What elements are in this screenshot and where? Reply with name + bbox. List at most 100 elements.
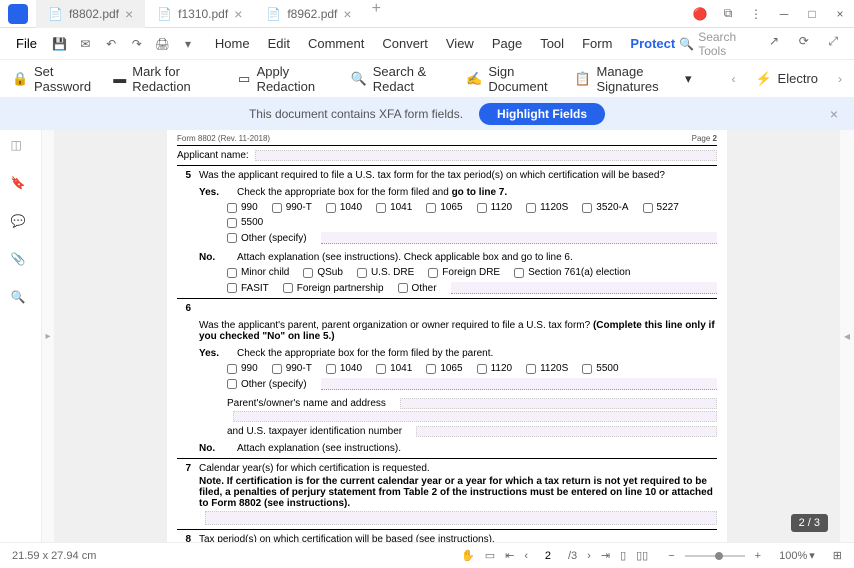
- check-3520a[interactable]: 3520-A: [582, 202, 628, 213]
- open-external-icon[interactable]: ⧉: [714, 2, 742, 26]
- other-no-field[interactable]: [451, 282, 717, 294]
- close-button[interactable]: ×: [826, 2, 854, 26]
- bookmarks-icon[interactable]: 🔖: [11, 176, 31, 196]
- check-q6-5500[interactable]: 5500: [582, 363, 618, 374]
- close-icon[interactable]: ×: [343, 6, 351, 22]
- check-q6-990t[interactable]: 990-T: [272, 363, 312, 374]
- prev-page-button[interactable]: ‹: [524, 550, 528, 562]
- set-password-button[interactable]: 🔒 Set Password: [12, 64, 93, 94]
- expand-left-handle[interactable]: ▸: [42, 130, 54, 542]
- nav-convert[interactable]: Convert: [382, 36, 428, 51]
- check-q6-1065[interactable]: 1065: [426, 363, 462, 374]
- search-panel-icon[interactable]: 🔍: [11, 290, 31, 310]
- applicant-name-field[interactable]: [255, 150, 717, 161]
- nav-home[interactable]: Home: [215, 36, 250, 51]
- mark-redaction-button[interactable]: ▬ Mark for Redaction: [113, 64, 218, 94]
- undo-icon[interactable]: ↶: [102, 34, 120, 54]
- check-1041[interactable]: 1041: [376, 202, 412, 213]
- zoom-slider[interactable]: [685, 555, 745, 557]
- nav-comment[interactable]: Comment: [308, 36, 364, 51]
- expand-right-handle[interactable]: ◂: [840, 130, 854, 542]
- scroll-left-button[interactable]: ‹: [732, 72, 736, 86]
- nav-page[interactable]: Page: [492, 36, 522, 51]
- sync-icon[interactable]: ⟳: [799, 34, 817, 54]
- dropdown-icon[interactable]: ▾: [179, 34, 197, 54]
- check-1065[interactable]: 1065: [426, 202, 462, 213]
- parent-name-field[interactable]: [400, 398, 717, 409]
- mail-icon[interactable]: ✉: [77, 34, 95, 54]
- zoom-dropdown-icon[interactable]: ▾: [809, 549, 815, 562]
- close-icon[interactable]: ×: [125, 6, 133, 22]
- search-redact-button[interactable]: 🔍 Search & Redact: [351, 64, 447, 94]
- comments-icon[interactable]: 💬: [11, 214, 31, 234]
- check-q6-1041[interactable]: 1041: [376, 363, 412, 374]
- menu-icon[interactable]: ⋮: [742, 2, 770, 26]
- share-icon[interactable]: ↗: [769, 34, 787, 54]
- check-minor-child[interactable]: Minor child: [227, 267, 289, 278]
- maximize-button[interactable]: □: [798, 2, 826, 26]
- nav-view[interactable]: View: [446, 36, 474, 51]
- check-q6-1040[interactable]: 1040: [326, 363, 362, 374]
- electronic-button[interactable]: ⚡ Electro: [756, 71, 818, 87]
- last-page-button[interactable]: ⇥: [601, 549, 610, 562]
- minimize-button[interactable]: ─: [770, 2, 798, 26]
- check-qsub[interactable]: QSub: [303, 267, 343, 278]
- select-tool-icon[interactable]: ▭: [485, 549, 495, 562]
- tab-f8962[interactable]: 📄 f8962.pdf ×: [254, 0, 363, 28]
- continuous-page-icon[interactable]: ▯▯: [636, 549, 648, 562]
- file-menu[interactable]: File: [8, 32, 45, 55]
- manage-signatures-button[interactable]: 📋 Manage Signatures ▾: [574, 64, 691, 94]
- parent-address-field[interactable]: [233, 411, 717, 422]
- q7-field[interactable]: [205, 511, 717, 525]
- tab-f8802[interactable]: 📄 f8802.pdf ×: [36, 0, 145, 28]
- other-specify-field[interactable]: [321, 232, 717, 244]
- single-page-icon[interactable]: ▯: [620, 549, 626, 562]
- check-1120[interactable]: 1120: [477, 202, 513, 213]
- thumbnails-icon[interactable]: ◫: [11, 138, 31, 158]
- close-icon[interactable]: ×: [234, 6, 242, 22]
- check-761a[interactable]: Section 761(a) election: [514, 267, 630, 278]
- check-1120s[interactable]: 1120S: [526, 202, 568, 213]
- save-icon[interactable]: 💾: [51, 34, 69, 54]
- check-990[interactable]: 990: [227, 202, 258, 213]
- redo-icon[interactable]: ↷: [128, 34, 146, 54]
- nav-edit[interactable]: Edit: [268, 36, 290, 51]
- check-q6-1120s[interactable]: 1120S: [526, 363, 568, 374]
- banner-close-icon[interactable]: ×: [830, 106, 838, 122]
- check-us-dre[interactable]: U.S. DRE: [357, 267, 414, 278]
- first-page-button[interactable]: ⇤: [505, 549, 514, 562]
- check-1040[interactable]: 1040: [326, 202, 362, 213]
- nav-tool[interactable]: Tool: [540, 36, 564, 51]
- check-foreign-dre[interactable]: Foreign DRE: [428, 267, 500, 278]
- next-page-button[interactable]: ›: [587, 550, 591, 562]
- add-tab-button[interactable]: +: [364, 0, 389, 28]
- print-icon[interactable]: 🖨: [154, 34, 172, 54]
- tab-f1310[interactable]: 📄 f1310.pdf ×: [145, 0, 254, 28]
- scroll-right-button[interactable]: ›: [838, 72, 842, 86]
- search-tools[interactable]: 🔍 Search Tools: [679, 30, 757, 58]
- attachments-icon[interactable]: 📎: [11, 252, 31, 272]
- q6-other-field[interactable]: [321, 378, 717, 390]
- taxpayer-id-field[interactable]: [416, 426, 717, 437]
- apply-redaction-button[interactable]: ▭ Apply Redaction: [238, 64, 331, 94]
- nav-form[interactable]: Form: [582, 36, 612, 51]
- check-5500[interactable]: 5500: [227, 217, 263, 228]
- check-other-no[interactable]: Other: [398, 283, 437, 294]
- check-foreign-partnership[interactable]: Foreign partnership: [283, 283, 384, 294]
- sign-document-button[interactable]: ✍ Sign Document: [466, 64, 554, 94]
- document-viewport[interactable]: Form 8802 (Rev. 11-2018) Page 2 Applican…: [54, 130, 840, 542]
- highlight-fields-button[interactable]: Highlight Fields: [479, 103, 605, 125]
- page-input[interactable]: [538, 550, 558, 562]
- zoom-in-button[interactable]: +: [755, 550, 761, 562]
- check-q6-990[interactable]: 990: [227, 363, 258, 374]
- expand-icon[interactable]: ⤢: [828, 34, 846, 54]
- check-other-q5[interactable]: Other (specify): [227, 233, 307, 244]
- check-q6-other[interactable]: Other (specify): [227, 379, 307, 390]
- check-5227[interactable]: 5227: [643, 202, 679, 213]
- zoom-out-button[interactable]: −: [668, 550, 674, 562]
- check-990t[interactable]: 990-T: [272, 202, 312, 213]
- hand-tool-icon[interactable]: ✋: [461, 549, 475, 562]
- check-fasit[interactable]: FASIT: [227, 283, 269, 294]
- user-avatar[interactable]: 🔴: [686, 2, 714, 26]
- fit-page-icon[interactable]: ⊞: [833, 549, 842, 562]
